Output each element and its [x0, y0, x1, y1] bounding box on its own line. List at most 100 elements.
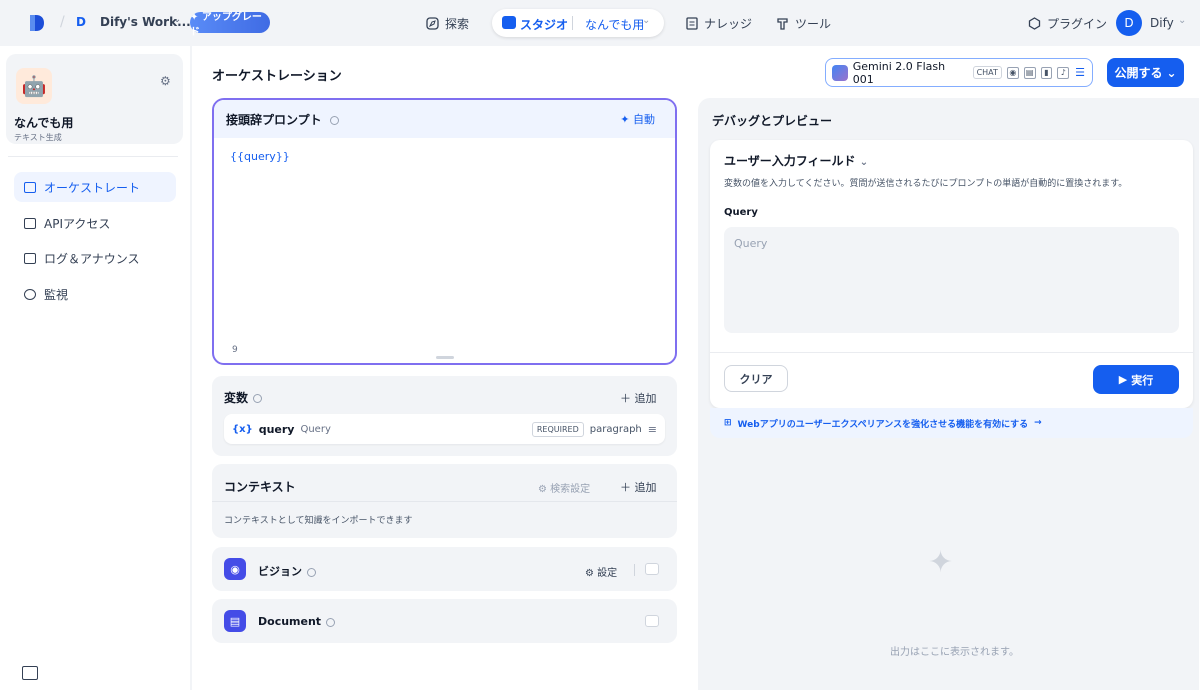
avatar[interactable]: D	[1116, 10, 1142, 36]
sparkle-icon: ✦	[620, 113, 630, 126]
add-context-button[interactable]: ＋ 追加	[620, 479, 657, 495]
page-title: オーケストレーション	[212, 69, 342, 84]
sidebar-item-logs[interactable]: ログ＆アナウンス	[14, 243, 176, 273]
book-icon	[686, 16, 698, 30]
hammer-icon	[777, 17, 788, 30]
breadcrumb-separator: /	[60, 14, 65, 30]
help-icon[interactable]	[307, 567, 316, 577]
retrieval-settings-label: 検索設定	[550, 484, 591, 495]
prompt-editor-card: 接頭辞プロンプト ✦ 自動 {{query}} 9	[212, 98, 677, 365]
top-bar: / D Dify's Work... ⌄ ✦ アップグレード 探索 スタジオ な…	[0, 0, 1200, 46]
upgrade-button[interactable]: ✦ アップグレード	[190, 12, 270, 38]
vision-title: ビジョン	[258, 563, 316, 579]
clear-button[interactable]: クリア	[724, 365, 788, 392]
user-input-fields-desc: 変数の値を入力してください。質問が送信されるたびにプロンプトの単語が自動的に置換…	[724, 179, 1128, 189]
settings-icon[interactable]: ⚙	[160, 74, 171, 88]
robot-avatar-icon: 🤖	[16, 68, 52, 104]
nav-explore[interactable]: 探索	[420, 10, 475, 36]
webapp-hint: Webアプリのユーザーエクスペリアンスを強化させる機能を有効にする	[737, 419, 1029, 430]
vision-capability-icon: ◉	[1006, 66, 1019, 79]
user-input-fields-title: ユーザー入力フィールド	[724, 154, 856, 168]
collapse-sidebar-icon[interactable]	[22, 666, 38, 680]
publish-label: 公開する	[1114, 66, 1163, 80]
model-selector[interactable]: Gemini 2.0 Flash 001 CHAT ◉ ▤ ▮ ♪ ☰	[825, 58, 1093, 87]
sidebar-item-api-access[interactable]: APIアクセス	[14, 208, 176, 238]
settings-label: 設定	[597, 568, 618, 579]
gauge-icon	[24, 288, 36, 300]
variable-row[interactable]: {x} query Query REQUIRED paragraph ≡	[224, 414, 665, 444]
gemini-icon	[832, 64, 848, 81]
nav-knowledge-label: ナレッジ	[704, 16, 753, 31]
video-capability-icon: ▮	[1040, 66, 1053, 79]
nav-knowledge[interactable]: ナレッジ	[680, 10, 758, 36]
help-icon[interactable]	[253, 394, 263, 403]
empty-output-text: 出力はここに表示されます。	[890, 647, 1019, 658]
chevron-down-icon[interactable]: ⌄	[642, 15, 650, 26]
user-input-card: ユーザー入力フィールド ⌄ 変数の値を入力してください。質問が送信されるたびにプ…	[710, 140, 1193, 408]
prompt-textarea[interactable]: {{query}}	[214, 138, 675, 175]
workspace-initial[interactable]: D	[76, 15, 86, 29]
vision-title-text: ビジョン	[258, 565, 302, 578]
arrow-right-icon: →	[1034, 418, 1042, 428]
resize-handle[interactable]	[436, 356, 454, 359]
user-name[interactable]: Dify	[1150, 16, 1174, 30]
document-toggle[interactable]	[645, 615, 659, 627]
debug-title: デバッグとプレビュー	[712, 114, 833, 128]
add-variable-button[interactable]: ＋ 追加	[620, 390, 657, 406]
add-label: 追加	[634, 481, 657, 494]
plugins-label: プラグイン	[1047, 16, 1108, 31]
sidebar-item-monitoring[interactable]: 監視	[14, 279, 176, 309]
play-icon: ▶	[1118, 373, 1128, 386]
nav-tools[interactable]: ツール	[770, 10, 837, 36]
document-capability-icon: ▤	[1023, 66, 1036, 79]
help-icon[interactable]	[326, 617, 336, 627]
prompt-title: 接頭辞プロンプト	[226, 112, 322, 127]
webapp-features-link[interactable]: ⊞ Webアプリのユーザーエクスペリアンスを強化させる機能を有効にする →	[710, 408, 1193, 438]
app-card: 🤖 ⚙ なんでも用 テキスト生成	[6, 54, 183, 144]
document-icon: ▤	[224, 610, 246, 632]
plugins-button[interactable]: プラグイン	[1022, 10, 1113, 36]
model-mode-badge: CHAT	[972, 66, 1002, 79]
divider	[710, 352, 1193, 353]
audio-capability-icon: ♪	[1057, 66, 1070, 79]
app-selector[interactable]: なんでも用	[585, 16, 644, 33]
sidebar: 🤖 ⚙ なんでも用 テキスト生成 オーケストレート APIアクセス ログ＆アナウ…	[0, 46, 190, 690]
nav-studio[interactable]: スタジオ なんでも用 ⌄	[492, 9, 664, 37]
help-icon[interactable]	[330, 115, 340, 125]
required-badge: REQUIRED	[531, 421, 584, 437]
robot-icon	[502, 16, 516, 29]
auto-generate-label: 自動	[633, 113, 655, 126]
terminal-icon	[24, 217, 36, 229]
variables-title: 変数	[224, 389, 263, 406]
parameters-icon[interactable]: ☰	[1074, 66, 1086, 79]
main-area: オーケストレーション Gemini 2.0 Flash 001 CHAT ◉ ▤…	[192, 46, 1200, 690]
add-label: 追加	[634, 392, 657, 405]
document-title-text: Document	[258, 615, 322, 628]
variable-icon: {x}	[232, 423, 253, 435]
run-button[interactable]: ▶ 実行	[1093, 365, 1179, 394]
chevron-down-icon[interactable]: ⌄	[173, 14, 181, 25]
publish-button[interactable]: 公開する ⌄	[1107, 58, 1184, 87]
paragraph-icon: ≡	[647, 422, 657, 436]
vision-toggle[interactable]	[645, 563, 659, 575]
document-section: ▤ Document	[212, 599, 677, 643]
nav-tools-label: ツール	[795, 16, 832, 31]
retrieval-settings-button[interactable]: ⚙ 検索設定	[538, 480, 590, 495]
features-icon: ⊞	[724, 418, 732, 428]
nav-studio-label: スタジオ	[520, 18, 569, 32]
user-input-fields-toggle[interactable]: ユーザー入力フィールド ⌄	[724, 152, 868, 169]
variables-title-text: 変数	[224, 391, 249, 405]
context-section: コンテキスト ⚙ 検索設定 ＋ 追加 コンテキストとして知識をインポートできます	[212, 464, 677, 538]
divider	[572, 16, 573, 30]
eye-icon: ◉	[224, 558, 246, 580]
sidebar-item-orchestrate[interactable]: オーケストレート	[14, 172, 176, 202]
vision-section: ◉ ビジョン ⚙ 設定	[212, 547, 677, 591]
chevron-down-icon[interactable]: ⌄	[1178, 15, 1186, 26]
dify-logo-icon[interactable]	[28, 13, 46, 33]
variable-key: query	[258, 422, 295, 436]
sidebar-item-label: ログ＆アナウンス	[44, 251, 140, 266]
query-input[interactable]	[724, 227, 1179, 333]
vision-settings-button[interactable]: ⚙ 設定	[585, 564, 617, 579]
auto-generate-button[interactable]: ✦ 自動	[612, 107, 663, 131]
context-title: コンテキスト	[224, 480, 296, 494]
